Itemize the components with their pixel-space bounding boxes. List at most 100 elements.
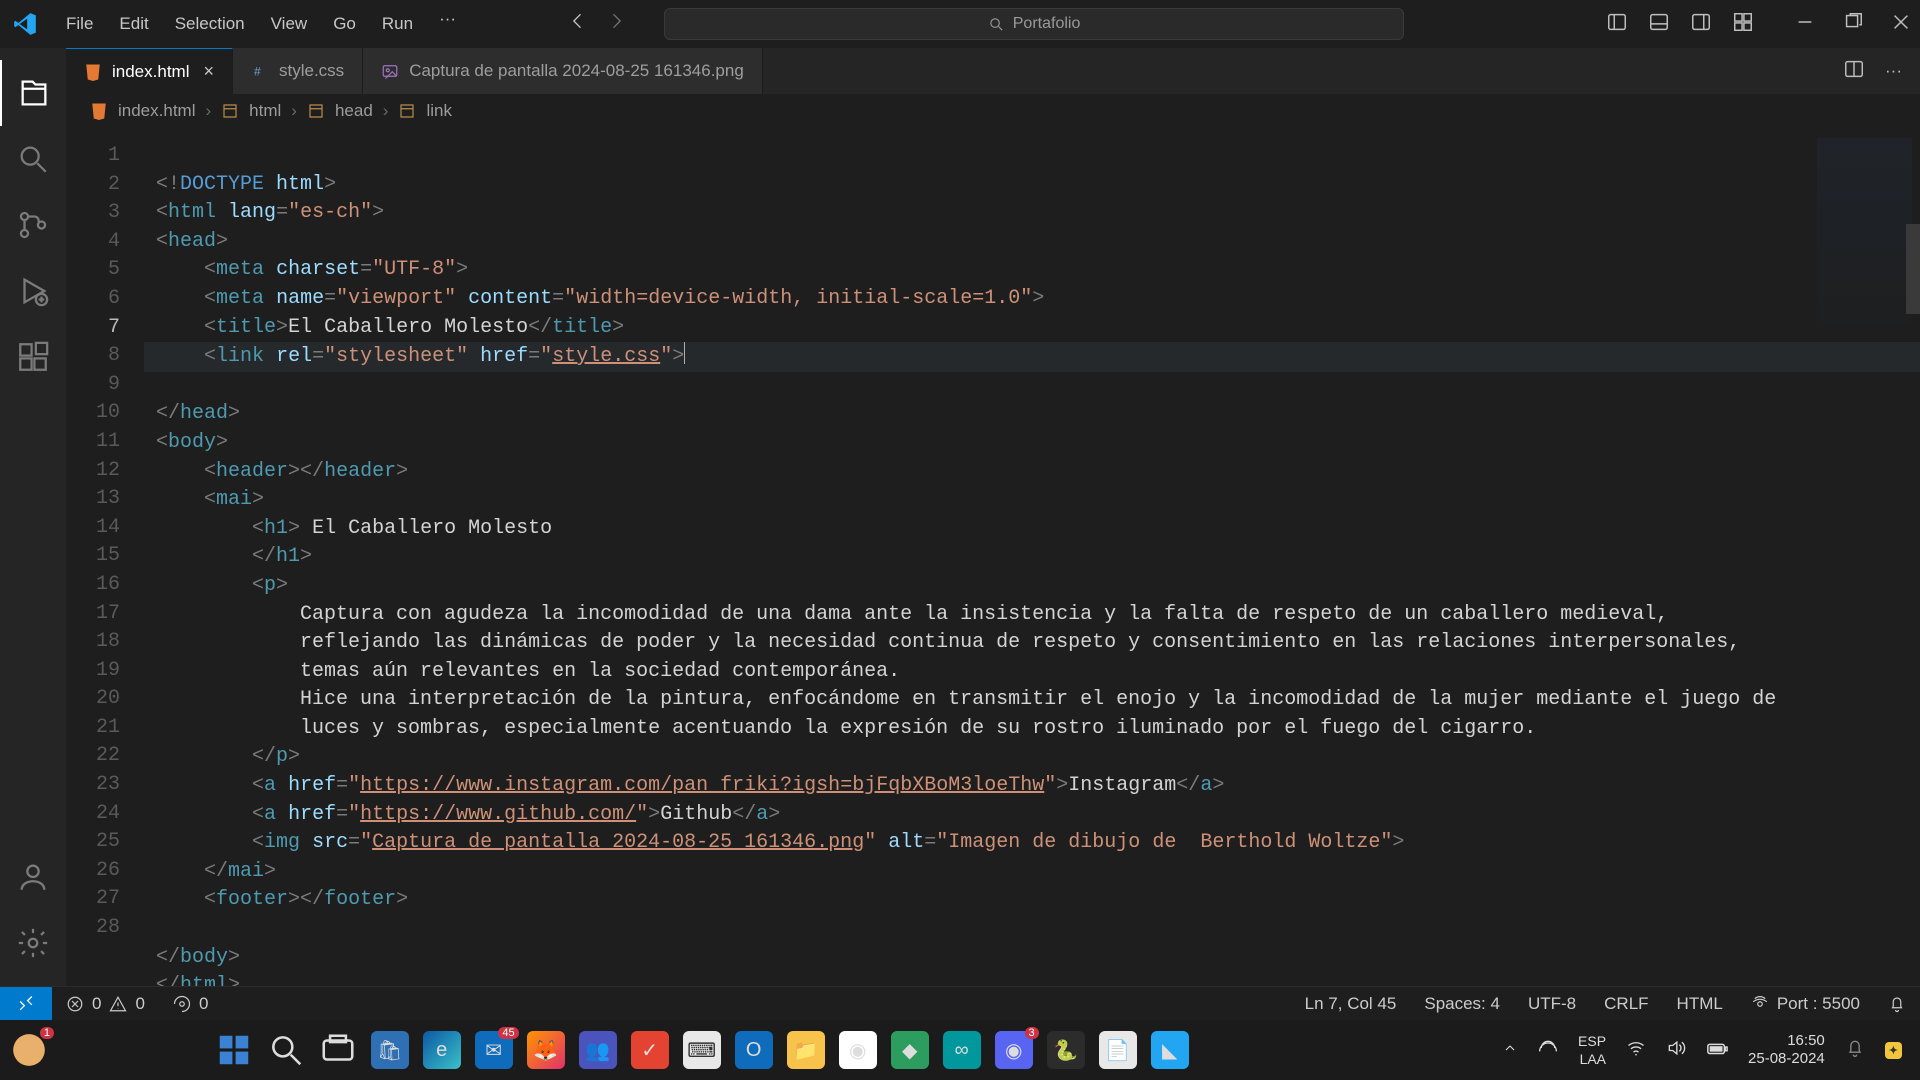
nav-back-icon[interactable] [568, 11, 588, 37]
tb-vscode-icon[interactable]: ◣ [1151, 1031, 1189, 1069]
tab-screenshot-png[interactable]: Captura de pantalla 2024-08-25 161346.pn… [363, 48, 763, 94]
tb-battery-icon[interactable] [1706, 1037, 1728, 1063]
command-center[interactable]: Portafolio [664, 8, 1404, 40]
menu-view[interactable]: View [259, 8, 320, 40]
tb-todoist-icon[interactable]: ✓ [631, 1031, 669, 1069]
status-ports[interactable]: 0 [159, 994, 222, 1014]
code-text: reflejando las dinámicas de poder y la n… [300, 631, 1740, 654]
svg-text:#: # [254, 65, 261, 79]
activity-account-icon[interactable] [0, 844, 66, 910]
tb-arduino-icon[interactable]: ∞ [943, 1031, 981, 1069]
layout-sidebar-right-icon[interactable] [1690, 11, 1712, 38]
menu-more-icon[interactable]: ··· [427, 8, 468, 40]
tb-powertoys-icon[interactable]: ⌨ [683, 1031, 721, 1069]
status-language[interactable]: HTML [1663, 994, 1737, 1014]
code-text: El Caballero Molesto [288, 316, 528, 339]
tb-lang[interactable]: ESP [1578, 1033, 1606, 1049]
tb-explorer-icon[interactable]: 📁 [787, 1031, 825, 1069]
tab-label: style.css [279, 61, 344, 81]
tb-taskview-icon[interactable] [319, 1031, 357, 1069]
activity-settings-icon[interactable] [0, 910, 66, 976]
status-liveserver[interactable]: Port : 5500 [1737, 994, 1874, 1014]
activity-debug-icon[interactable] [0, 258, 66, 324]
line-numbers: 1234567891011121314151617181920212223242… [66, 128, 144, 986]
tabbar: index.html × # style.css Captura de pant… [66, 48, 1920, 94]
status-cursor[interactable]: Ln 7, Col 45 [1291, 994, 1411, 1014]
code-text: https://www.github.com/ [360, 803, 636, 826]
code-text: Captura de pantalla 2024-08-25 161346.pn… [372, 831, 864, 854]
window-maximize-icon[interactable] [1842, 11, 1864, 38]
activity-explorer-icon[interactable] [0, 60, 66, 126]
status-ports-count: 0 [199, 994, 208, 1014]
command-center-text: Portafolio [1013, 15, 1081, 33]
code-text: Github [660, 803, 732, 826]
tb-mail-icon[interactable]: ✉ [475, 1031, 513, 1069]
menu-edit[interactable]: Edit [107, 8, 160, 40]
statusbar: 0 0 0 Ln 7, Col 45 Spaces: 4 UTF-8 CRLF … [0, 986, 1920, 1020]
window-close-icon[interactable] [1890, 11, 1912, 38]
minimap[interactable] [1817, 138, 1912, 358]
code-text: El Caballero Molesto [312, 517, 552, 540]
layout-customize-icon[interactable] [1732, 11, 1754, 38]
tb-teams-icon[interactable]: 👥 [579, 1031, 617, 1069]
activity-search-icon[interactable] [0, 126, 66, 192]
tb-date[interactable]: 25-08-2024 [1748, 1050, 1825, 1068]
activity-bar [0, 48, 66, 986]
code-area[interactable]: <!DOCTYPE html> <html lang="es-ch"> <hea… [144, 128, 1920, 986]
tb-onedrive-icon[interactable] [1538, 1038, 1558, 1062]
windows-taskbar: 🛍 e ✉ 🦊 👥 ✓ ⌨ O 📁 ◉ ◆ ∞ ◉ 🐍 📄 ◣ ESP LAA … [0, 1020, 1920, 1080]
tab-close-icon[interactable]: × [203, 61, 214, 82]
tb-keyboard[interactable]: LAA [1580, 1051, 1606, 1067]
editor[interactable]: 1234567891011121314151617181920212223242… [66, 128, 1920, 986]
status-problems[interactable]: 0 0 [52, 994, 159, 1014]
tab-more-icon[interactable]: ··· [1885, 61, 1902, 81]
tb-notepad-icon[interactable]: 📄 [1099, 1031, 1137, 1069]
code-text: style.css [552, 345, 660, 368]
code-text: Imagen de dibujo de Berthold Woltze [948, 831, 1380, 854]
remote-indicator-icon[interactable] [0, 987, 52, 1020]
tb-copilot-icon[interactable] [10, 1031, 48, 1069]
tb-volume-icon[interactable] [1666, 1038, 1686, 1062]
tb-python-icon[interactable]: 🐍 [1047, 1031, 1085, 1069]
activity-extensions-icon[interactable] [0, 324, 66, 390]
status-eol[interactable]: CRLF [1590, 994, 1662, 1014]
status-encoding[interactable]: UTF-8 [1514, 994, 1590, 1014]
scrollbar-vertical[interactable] [1906, 224, 1920, 314]
tab-index-html[interactable]: index.html × [66, 48, 233, 94]
tb-store-icon[interactable]: 🛍 [371, 1031, 409, 1069]
tb-firefox-icon[interactable]: 🦊 [527, 1031, 565, 1069]
layout-sidebar-left-icon[interactable] [1606, 11, 1628, 38]
titlebar: File Edit Selection View Go Run ··· Port… [0, 0, 1920, 48]
tb-time[interactable]: 16:50 [1748, 1032, 1825, 1050]
tb-edge-icon[interactable]: e [423, 1031, 461, 1069]
tb-copilot-pre-icon[interactable]: ✦ [1885, 1042, 1902, 1059]
tb-wifi-icon[interactable] [1626, 1038, 1646, 1062]
tb-start-icon[interactable] [215, 1031, 253, 1069]
split-editor-icon[interactable] [1843, 58, 1865, 85]
status-bell-icon[interactable] [1874, 995, 1920, 1013]
menu-go[interactable]: Go [321, 8, 368, 40]
tab-label: index.html [112, 62, 189, 82]
tb-overflow-icon[interactable] [1502, 1040, 1518, 1060]
tb-chrome-icon[interactable]: ◉ [839, 1031, 877, 1069]
tb-search-icon[interactable] [267, 1031, 305, 1069]
activity-scm-icon[interactable] [0, 192, 66, 258]
menu-run[interactable]: Run [370, 8, 425, 40]
tb-app-icon[interactable]: ◆ [891, 1031, 929, 1069]
tab-style-css[interactable]: # style.css [233, 48, 363, 94]
code-text: Hice una interpretación de la pintura, e… [300, 688, 1776, 711]
tb-notifications-icon[interactable] [1845, 1038, 1865, 1062]
status-spaces[interactable]: Spaces: 4 [1410, 994, 1514, 1014]
tb-outlook-icon[interactable]: O [735, 1031, 773, 1069]
breadcrumb-seg: html [249, 101, 281, 121]
tab-label: Captura de pantalla 2024-08-25 161346.pn… [409, 61, 744, 81]
status-liveserver-text: Port : 5500 [1777, 994, 1860, 1014]
layout-panel-icon[interactable] [1648, 11, 1670, 38]
window-minimize-icon[interactable] [1794, 11, 1816, 38]
menu-file[interactable]: File [54, 8, 105, 40]
code-text: width=device-width, initial-scale=1.0 [576, 287, 1020, 310]
breadcrumb[interactable]: index.html › html › head › link [66, 94, 1920, 128]
menu-selection[interactable]: Selection [163, 8, 257, 40]
code-text: luces y sombras, especialmente acentuand… [300, 717, 1536, 740]
tb-discord-icon[interactable]: ◉ [995, 1031, 1033, 1069]
